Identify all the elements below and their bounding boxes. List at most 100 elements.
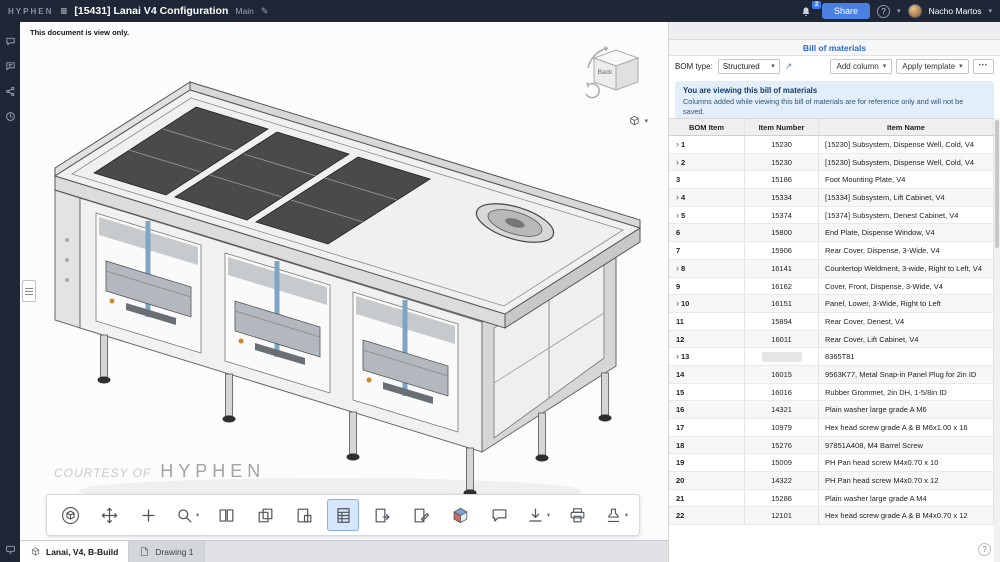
more-options-button[interactable]: ••• <box>973 59 994 74</box>
bom-item-number: 5 <box>681 211 685 220</box>
expand-chevron-icon[interactable]: › <box>676 351 679 361</box>
table-row[interactable]: ›215230[15230] Subsystem, Dispense Well,… <box>669 154 994 172</box>
bom-scrollbar[interactable] <box>994 118 1000 562</box>
open-bom-external-icon[interactable]: ↗ <box>785 62 793 71</box>
column-header[interactable]: Item Name <box>819 119 994 135</box>
item-name-cell: Rubber Grommet, 2in DH, 1-5/8in ID <box>819 384 994 401</box>
scrollbar-thumb[interactable] <box>995 120 999 248</box>
table-row[interactable]: 615800End Plate, Dispense Window, V4 <box>669 224 994 242</box>
table-row[interactable]: 14160159563K77, Metal Snap-in Panel Plug… <box>669 366 994 384</box>
bom-item-number: 4 <box>681 193 685 202</box>
main-menu-button[interactable]: ≡ <box>60 5 67 17</box>
help-button[interactable]: ? <box>877 5 890 18</box>
feedback-button[interactable] <box>3 542 17 556</box>
topbar: HYPHEN ≡ [15431] Lanai V4 Configuration … <box>0 0 1000 22</box>
markup-button[interactable] <box>405 499 437 531</box>
model-canvas[interactable]: This document is view only. <box>20 22 668 540</box>
comments-button[interactable] <box>3 34 17 48</box>
expand-chevron-icon[interactable]: › <box>676 192 679 202</box>
table-row[interactable]: 315186Foot Mounting Plate, V4 <box>669 171 994 189</box>
table-row[interactable]: 715906Rear Cover, Dispense, 3-Wide, V4 <box>669 242 994 260</box>
item-number-cell: 15009 <box>745 454 819 471</box>
bom-controls: BOM type: Structured ▾ ↗ Add column ▾ Ap… <box>669 56 1000 76</box>
user-menu-caret-icon[interactable]: ▾ <box>988 7 992 15</box>
bom-item-number: 18 <box>676 441 684 450</box>
expand-chevron-icon[interactable]: › <box>676 298 679 308</box>
expand-chevron-icon[interactable]: › <box>676 210 679 220</box>
bom-item-number: 1 <box>681 140 685 149</box>
table-row[interactable]: ›816141Countertop Weldment, 3-wide, Righ… <box>669 260 994 278</box>
item-number-cell: 15334 <box>745 189 819 206</box>
expand-chevron-icon[interactable]: › <box>676 139 679 149</box>
rename-icon[interactable]: ✎ <box>261 6 269 17</box>
bom-item-cell: 22 <box>669 507 745 524</box>
history-icon <box>5 111 16 122</box>
table-row[interactable]: ›515374[15374] Subsystem, Denest Cabinet… <box>669 207 994 225</box>
stamp-button[interactable]: ▾ <box>600 499 632 531</box>
caret-down-icon: ▾ <box>959 62 963 70</box>
table-row[interactable]: 1710979Hex head screw grade A & B M6x1.0… <box>669 419 994 437</box>
column-header[interactable]: Item Number <box>745 119 819 135</box>
table-row[interactable]: 2115286Plain washer large grade A M4 <box>669 490 994 508</box>
item-name-cell: Plain washer large grade A M4 <box>819 490 994 507</box>
zoom-tool-button[interactable]: ▾ <box>171 499 203 531</box>
model-viewport[interactable] <box>20 38 668 508</box>
bom-item-cell: 14 <box>669 366 745 383</box>
messages-button[interactable] <box>3 59 17 73</box>
comment-button[interactable] <box>483 499 515 531</box>
versions-history-button[interactable] <box>3 109 17 123</box>
appearance-button[interactable] <box>444 499 476 531</box>
item-number-cell: 16162 <box>745 278 819 295</box>
download-button[interactable]: ▾ <box>522 499 554 531</box>
bom-item-cell: ›13 <box>669 348 745 365</box>
viewcube-face-label[interactable]: Back <box>598 69 613 76</box>
expand-chevron-icon[interactable]: › <box>676 263 679 273</box>
table-row[interactable]: 2014322PH Pan head screw M4x0.70 x 12 <box>669 472 994 490</box>
iso-view-icon <box>61 506 80 525</box>
table-row[interactable]: 2212101Hex head screw grade A & B M4x0.7… <box>669 507 994 525</box>
isometric-view-button[interactable] <box>54 499 86 531</box>
feature-list-toggle[interactable] <box>22 280 36 302</box>
export-view-button[interactable] <box>366 499 398 531</box>
table-row[interactable]: 916162Cover, Front, Dispense, 3-Wide, V4 <box>669 278 994 296</box>
share-link-button[interactable] <box>3 84 17 98</box>
cube-icon <box>628 114 641 127</box>
view-settings-button[interactable]: ▾ <box>628 114 648 127</box>
expand-chevron-icon[interactable]: › <box>676 157 679 167</box>
branch-name[interactable]: Main <box>235 6 253 16</box>
pan-tool-button[interactable] <box>132 499 164 531</box>
named-views-button[interactable] <box>288 499 320 531</box>
bom-table-body: ›115230[15230] Subsystem, Dispense Well,… <box>669 136 994 525</box>
help-caret-icon[interactable]: ▾ <box>897 7 901 15</box>
item-name-cell: [15230] Subsystem, Dispense Well, Cold, … <box>819 154 994 171</box>
table-row[interactable]: ›1016151Panel, Lower, 3-Wide, Right to L… <box>669 295 994 313</box>
item-name-cell: PH Pan head screw M4x0.70 x 12 <box>819 472 994 489</box>
print-button[interactable] <box>561 499 593 531</box>
table-row[interactable]: 1216011Rear Cover, Lift Cabinet, V4 <box>669 331 994 349</box>
table-row[interactable]: 181527697851A408, M4 Barrel Screw <box>669 437 994 455</box>
column-header[interactable]: BOM Item <box>669 119 745 135</box>
table-row[interactable]: ›415334[15334] Subsystem, Lift Cabinet, … <box>669 189 994 207</box>
apply-template-button[interactable]: Apply template ▾ <box>896 59 968 74</box>
bom-button[interactable] <box>327 499 359 531</box>
sheets-button[interactable] <box>249 499 281 531</box>
table-row[interactable]: 1115894Rear Cover, Denest, V4 <box>669 313 994 331</box>
table-row[interactable]: 1516016Rubber Grommet, 2in DH, 1-5/8in I… <box>669 384 994 402</box>
left-sidebar-items <box>0 22 20 562</box>
parts-list-button[interactable] <box>210 499 242 531</box>
table-row[interactable]: 1915009PH Pan head screw M4x0.70 x 10 <box>669 454 994 472</box>
bom-item-number: 12 <box>676 335 684 344</box>
tab-drawing-1[interactable]: Drawing 1 <box>129 541 204 562</box>
table-row[interactable]: 1614321Plain washer large grade A M6 <box>669 401 994 419</box>
panel-help-button[interactable]: ? <box>978 543 991 556</box>
notifications-button[interactable]: 2 <box>800 5 815 18</box>
table-row[interactable]: ›138365T81 <box>669 348 994 366</box>
table-row[interactable]: ›115230[15230] Subsystem, Dispense Well,… <box>669 136 994 154</box>
bom-type-select[interactable]: Structured ▾ <box>718 59 780 74</box>
avatar[interactable] <box>908 4 922 18</box>
view-cube[interactable]: Back <box>578 36 654 112</box>
move-tool-button[interactable] <box>93 499 125 531</box>
add-column-button[interactable]: Add column ▾ <box>830 59 892 74</box>
share-button[interactable]: Share <box>822 3 870 19</box>
tab-lanai-v4-b-build[interactable]: Lanai, V4, B-Build <box>20 541 129 562</box>
